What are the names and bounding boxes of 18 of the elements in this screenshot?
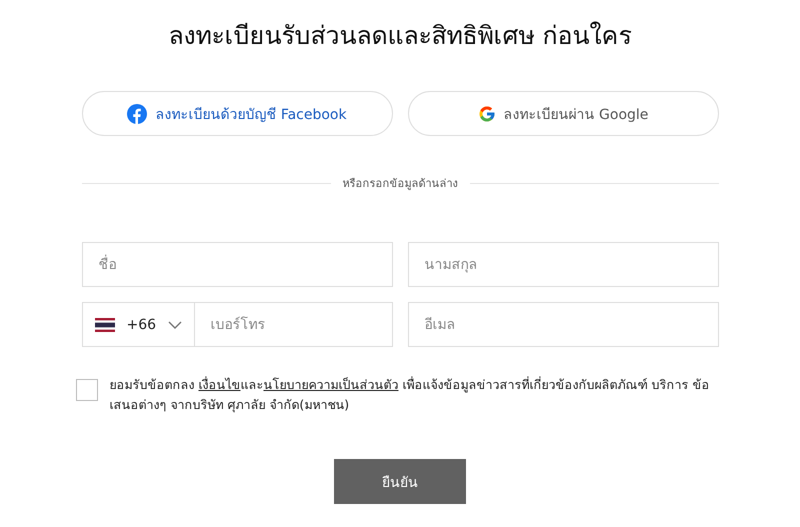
page-title: ลงทะเบียนรับส่วนลดและสิทธิพิเศษ ก่อนใคร: [168, 20, 632, 52]
email-field[interactable]: อีเมล: [408, 302, 718, 347]
terms-link[interactable]: เงื่อนไข: [198, 377, 240, 392]
privacy-link[interactable]: นโยบายความเป็นส่วนตัว: [263, 377, 398, 392]
country-code-select[interactable]: +66: [82, 302, 194, 347]
chevron-down-icon: [168, 320, 182, 328]
flag-icon: [94, 318, 114, 332]
google-icon: [478, 104, 496, 122]
phone-field[interactable]: เบอร์โทร: [194, 302, 392, 347]
last-name-field[interactable]: นามสกุล: [408, 242, 718, 287]
first-name-field[interactable]: ชื่อ: [82, 242, 392, 287]
google-signup-button[interactable]: ลงทะเบียนผ่าน Google: [408, 91, 718, 136]
checkbox[interactable]: [76, 379, 98, 401]
consent-text: ยอมรับข้อตกลง เงื่อนไขและนโยบายความเป็นส่วนตัว เพื่อแจ้งข้อมูลข่าวสารที่เกี่ยวข้องกับผลิตภัณฑ์ บริการ ข้อเสนอต่างๆ จากบริษัท ศุภาลัย จำกัด(มหาชน): [110, 375, 710, 414]
divider-text: หรือกรอกข้อมูลด้านล่าง: [342, 176, 458, 192]
facebook-icon: [127, 104, 148, 124]
submit-button[interactable]: ยืนยัน: [334, 459, 466, 504]
facebook-signup-button[interactable]: ลงทะเบียนด้วยบัญชี Facebook: [82, 91, 392, 136]
